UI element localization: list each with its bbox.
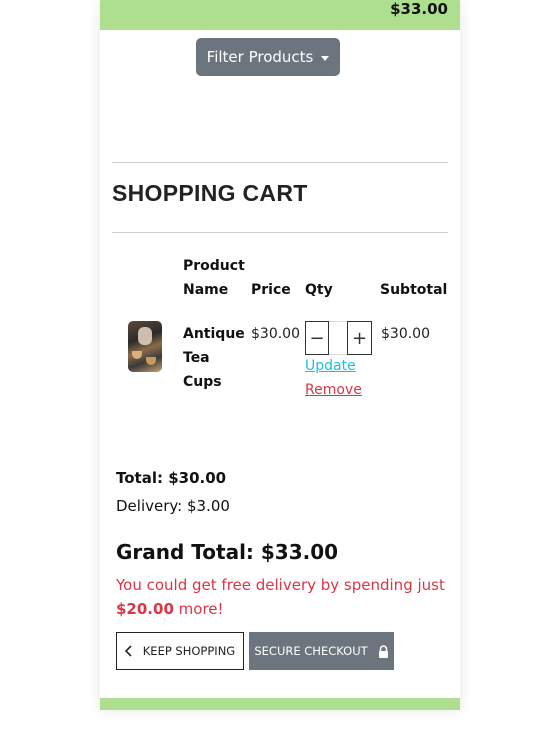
top-bar: $33.00 xyxy=(100,0,460,30)
keep-shopping-label: KEEP SHOPPING xyxy=(142,644,236,658)
divider-bottom xyxy=(112,232,448,233)
secure-checkout-label: SECURE CHECKOUT xyxy=(254,644,368,658)
col-header-product: Product Name xyxy=(183,254,245,302)
lock-icon xyxy=(378,644,388,658)
filter-label: Filter Products xyxy=(206,48,314,66)
divider-top xyxy=(112,162,448,163)
free-delivery-prefix: You could get free delivery by spending … xyxy=(116,576,445,594)
free-delivery-message: You could get free delivery by spending … xyxy=(116,573,446,621)
item-price: $30.00 xyxy=(251,326,300,342)
product-name-line3: Cups xyxy=(183,374,222,390)
col-header-subtotal: Subtotal xyxy=(380,282,448,298)
free-delivery-suffix: more! xyxy=(178,600,224,618)
product-name[interactable]: Antique Tea Cups xyxy=(183,322,245,394)
item-subtotal: $30.00 xyxy=(381,326,430,342)
qty-decrement-button[interactable]: − xyxy=(305,321,329,355)
page-title: SHOPPING CART xyxy=(112,180,308,206)
free-delivery-amount: $20.00 xyxy=(116,600,174,618)
product-name-line2: Tea xyxy=(183,350,210,366)
col-header-qty: Qty xyxy=(305,282,333,298)
bottom-bar xyxy=(100,698,460,710)
header-total: $33.00 xyxy=(390,0,448,18)
product-thumbnail[interactable] xyxy=(128,321,162,372)
remove-link[interactable]: Remove xyxy=(305,382,362,398)
qty-increment-button[interactable]: + xyxy=(347,321,372,355)
col-header-product-line2: Name xyxy=(183,282,229,298)
col-header-price: Price xyxy=(251,282,291,298)
grand-total: Grand Total: $33.00 xyxy=(116,540,339,564)
qty-input[interactable] xyxy=(329,321,347,355)
col-header-product-line1: Product xyxy=(183,258,245,274)
delivery-cost: Delivery: $3.00 xyxy=(116,497,230,515)
product-name-line1: Antique xyxy=(183,326,245,342)
keep-shopping-button[interactable]: KEEP SHOPPING xyxy=(116,632,244,670)
caret-down-icon xyxy=(321,55,330,61)
update-link[interactable]: Update xyxy=(305,358,356,374)
chevron-left-icon xyxy=(124,645,132,657)
cart-page: $33.00 Filter Products SHOPPING CART Pro… xyxy=(100,0,460,710)
secure-checkout-button[interactable]: SECURE CHECKOUT xyxy=(249,632,394,670)
cart-total: Total: $30.00 xyxy=(116,469,227,487)
filter-products-button[interactable]: Filter Products xyxy=(196,38,340,76)
